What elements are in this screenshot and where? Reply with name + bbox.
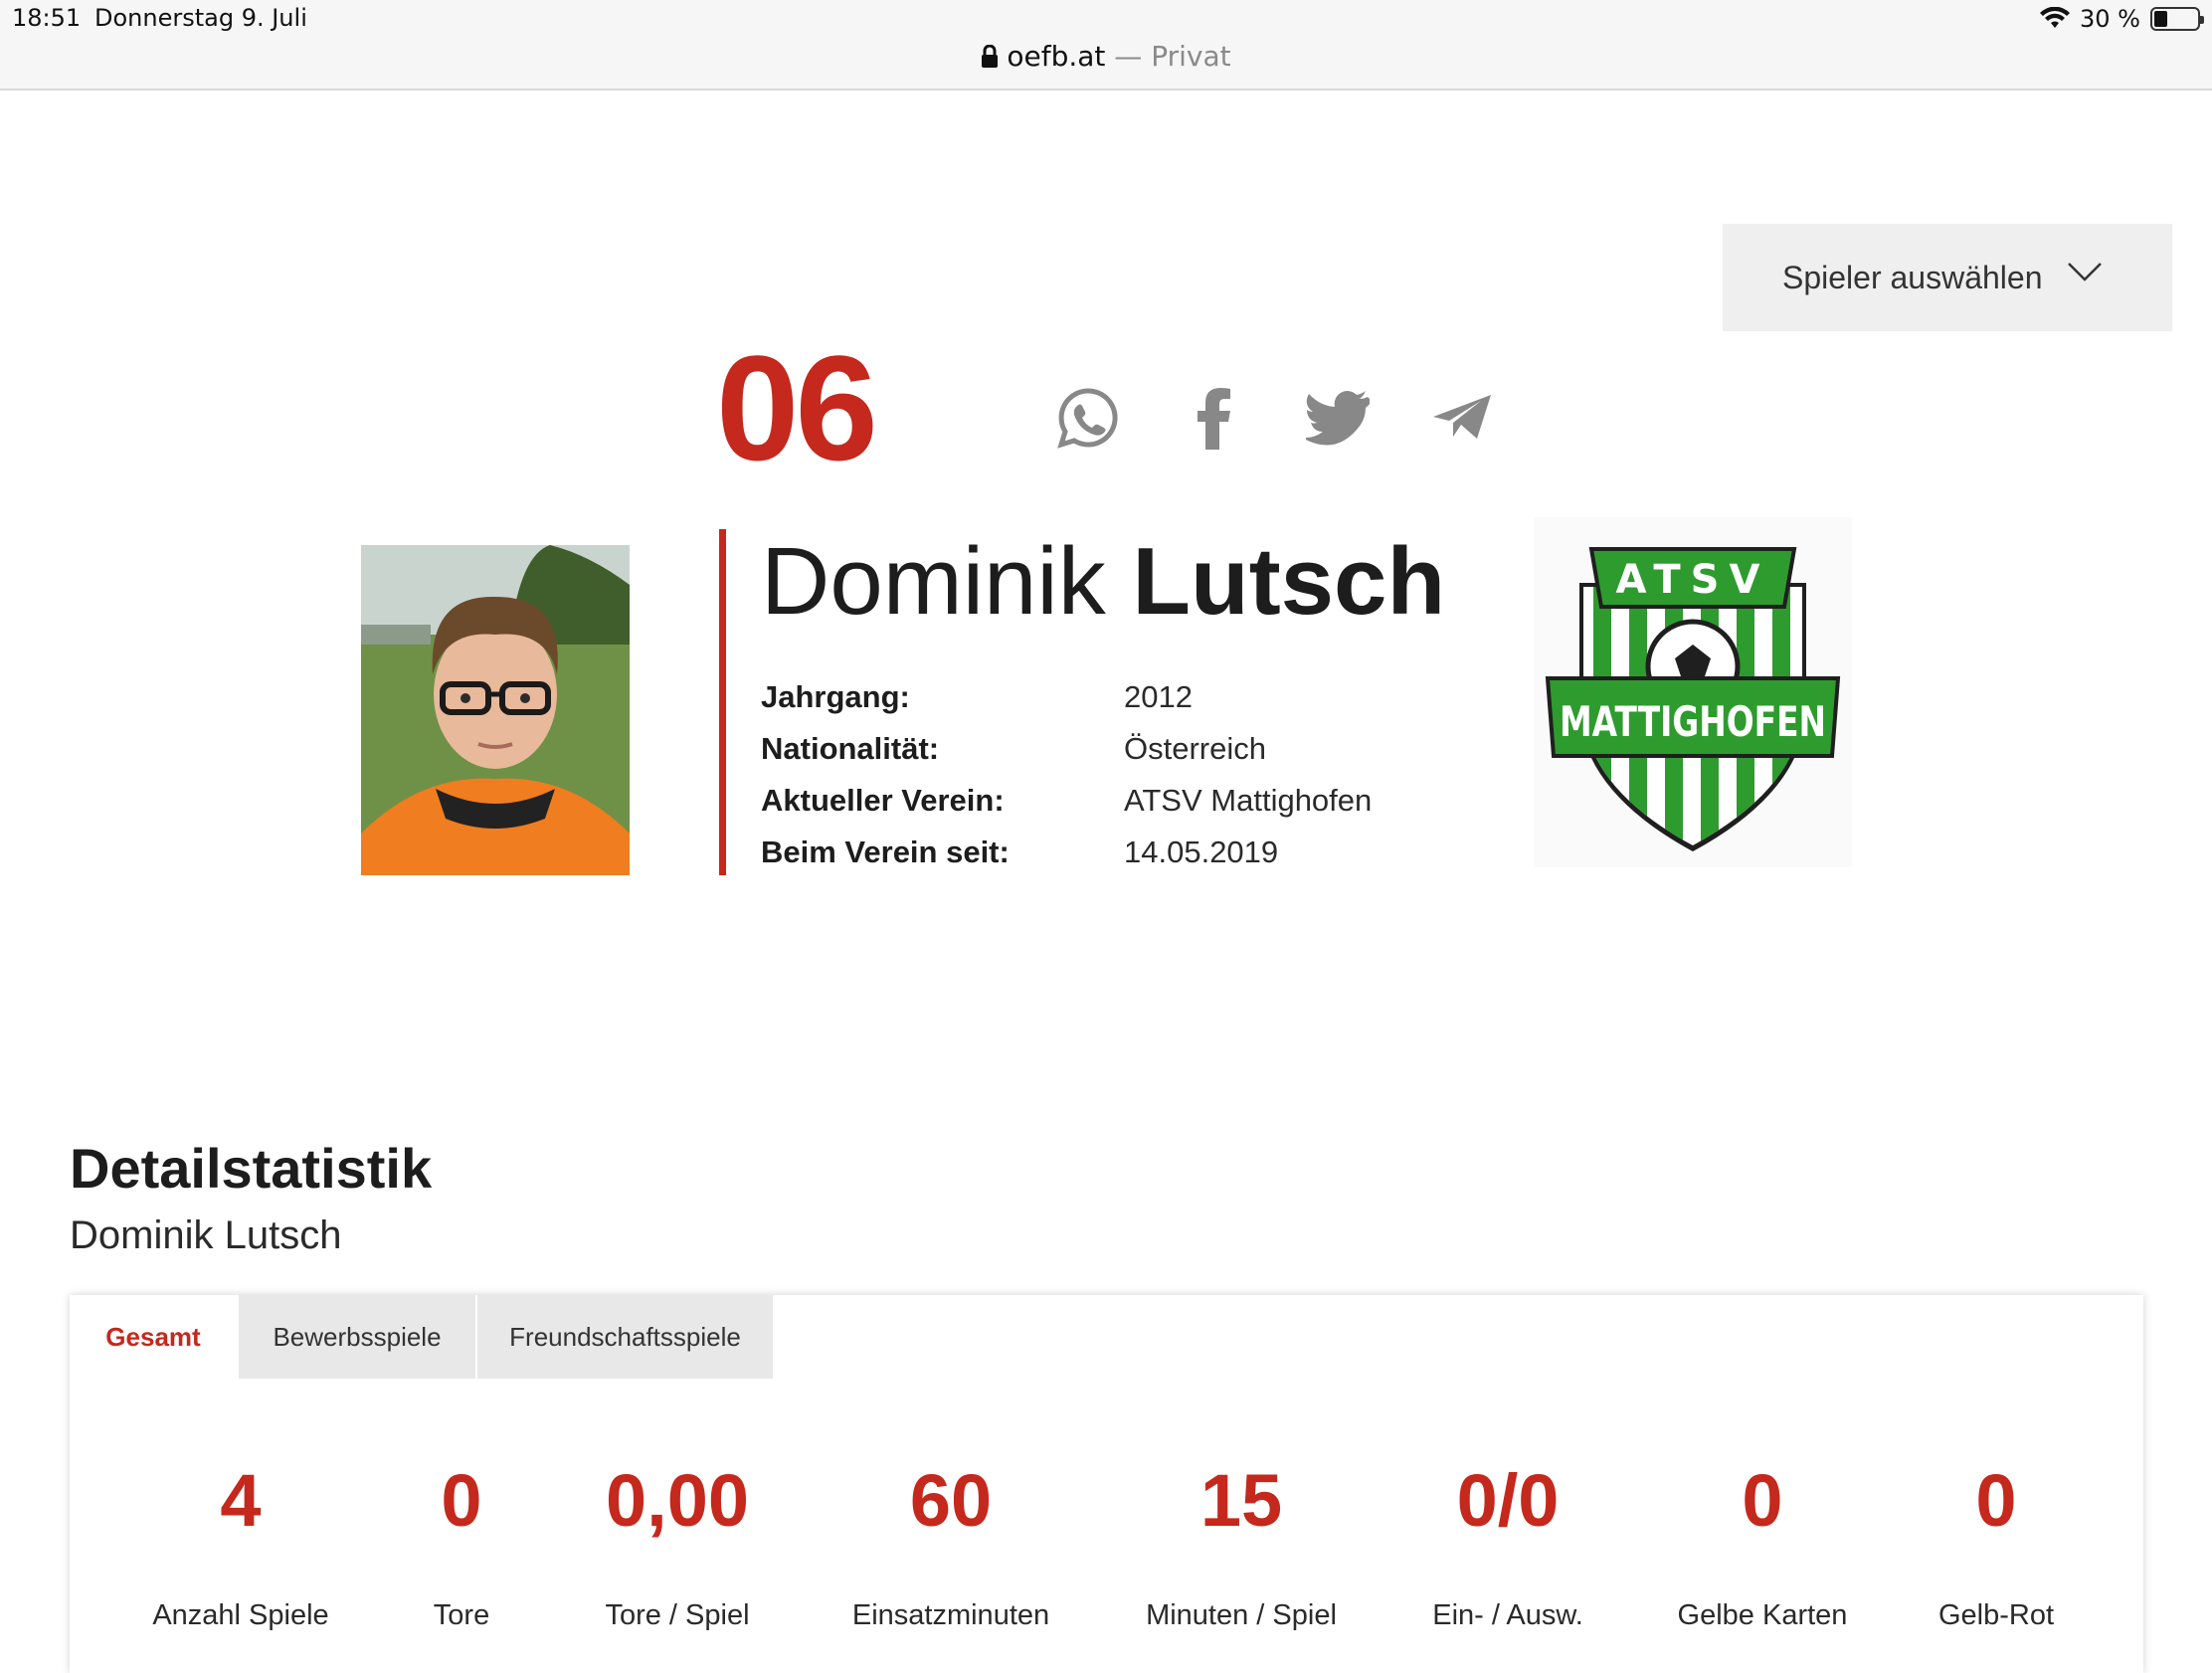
stat-goals-per-game: 0,00 Tore / Spiel	[528, 1464, 827, 1632]
shirt-number: 06	[716, 324, 878, 491]
fact-label: Aktueller Verein:	[761, 783, 1005, 818]
player-name: Dominik Lutsch	[761, 527, 1445, 637]
fact-value: 2012	[1124, 679, 1193, 714]
fact-label: Beim Verein seit:	[761, 835, 1010, 869]
fact-label: Nationalität:	[761, 731, 940, 766]
telegram-icon	[1433, 395, 1491, 439]
url-domain: oefb.at	[1007, 40, 1106, 73]
fact-label: Jahrgang:	[761, 679, 910, 714]
club-logo: ATSV MATTIGHOFEN	[1534, 517, 1852, 867]
chevron-down-icon	[2068, 263, 2102, 281]
stat-label: Ein- / Ausw.	[1432, 1599, 1583, 1631]
stat-value: 0	[1975, 1459, 2017, 1542]
player-select-dropdown[interactable]: Spieler auswählen	[1723, 224, 2172, 331]
stat-value: 0,00	[605, 1459, 750, 1542]
battery-percent: 30 %	[2080, 5, 2140, 33]
stat-substitutions: 0/0 Ein- / Ausw.	[1359, 1464, 1657, 1632]
battery-icon	[2150, 7, 2204, 31]
player-photo	[361, 545, 630, 875]
status-indicators: 30 %	[2040, 4, 2204, 34]
player-facts: Jahrgang: 2012 Nationalität: Österreich …	[761, 671, 1457, 878]
stat-yellow-red: 0 Gelb-Rot	[1847, 1464, 2145, 1632]
url-separator: —	[1105, 40, 1152, 73]
facebook-icon	[1198, 388, 1230, 450]
fact-row: Jahrgang: 2012	[761, 671, 1457, 723]
player-first-name: Dominik	[761, 528, 1106, 635]
crest-top-text: ATSV	[1616, 557, 1770, 603]
address-bar[interactable]: oefb.at — Privat	[0, 40, 2212, 73]
browser-mode: Privat	[1151, 40, 1231, 73]
fact-row: Nationalität: Österreich	[761, 723, 1457, 775]
crest-main-text: MATTIGHOFEN	[1560, 697, 1826, 746]
club-crest-icon: ATSV MATTIGHOFEN	[1545, 547, 1841, 851]
player-last-name: Lutsch	[1132, 528, 1446, 635]
status-time: 18:51	[12, 4, 82, 32]
fact-row: Aktueller Verein: ATSV Mattighofen	[761, 775, 1457, 827]
stat-value: 0/0	[1456, 1459, 1560, 1542]
share-whatsapp-button[interactable]	[1052, 383, 1122, 453]
tab-gesamt[interactable]: Gesamt	[70, 1295, 239, 1379]
tab-freundschaftsspiele[interactable]: Freundschaftsspiele	[477, 1295, 775, 1379]
detail-title: Detailstatistik	[70, 1137, 433, 1200]
browser-status-bar: 18:51 Donnerstag 9. Juli 30 % oefb.at — …	[0, 0, 2212, 91]
stat-label: Einsatzminuten	[851, 1599, 1050, 1631]
stat-label: Tore / Spiel	[605, 1599, 750, 1631]
stat-label: Minuten / Spiel	[1146, 1599, 1337, 1631]
stat-value: 15	[1199, 1459, 1283, 1542]
share-telegram-button[interactable]	[1427, 383, 1497, 453]
status-date: Donnerstag 9. Juli	[94, 4, 307, 32]
fact-value: ATSV Mattighofen	[1124, 783, 1373, 818]
accent-divider	[719, 529, 726, 875]
player-photo-image	[361, 545, 630, 875]
wifi-icon	[2040, 7, 2071, 28]
stats-tabs: Gesamt Bewerbsspiele Freundschaftsspiele	[70, 1295, 775, 1379]
stat-value: 60	[909, 1459, 993, 1542]
lock-icon	[982, 45, 999, 68]
tab-bewerbsspiele[interactable]: Bewerbsspiele	[239, 1295, 477, 1379]
stats-panel: Gesamt Bewerbsspiele Freundschaftsspiele…	[70, 1295, 2143, 1673]
stat-minutes-per-game: 15 Minuten / Spiel	[1092, 1464, 1390, 1632]
fact-value: 14.05.2019	[1124, 835, 1279, 869]
share-twitter-button[interactable]	[1303, 383, 1373, 453]
detail-subtitle: Dominik Lutsch	[70, 1213, 342, 1257]
share-facebook-button[interactable]	[1179, 383, 1248, 453]
stat-label: Gelb-Rot	[1937, 1599, 2055, 1631]
fact-value: Österreich	[1124, 731, 1266, 766]
player-select-label: Spieler auswählen	[1782, 259, 2043, 295]
whatsapp-icon	[1057, 388, 1118, 449]
stat-minutes: 60 Einsatzminuten	[802, 1464, 1100, 1632]
fact-row: Beim Verein seit: 14.05.2019	[761, 827, 1457, 878]
twitter-icon	[1306, 391, 1370, 446]
